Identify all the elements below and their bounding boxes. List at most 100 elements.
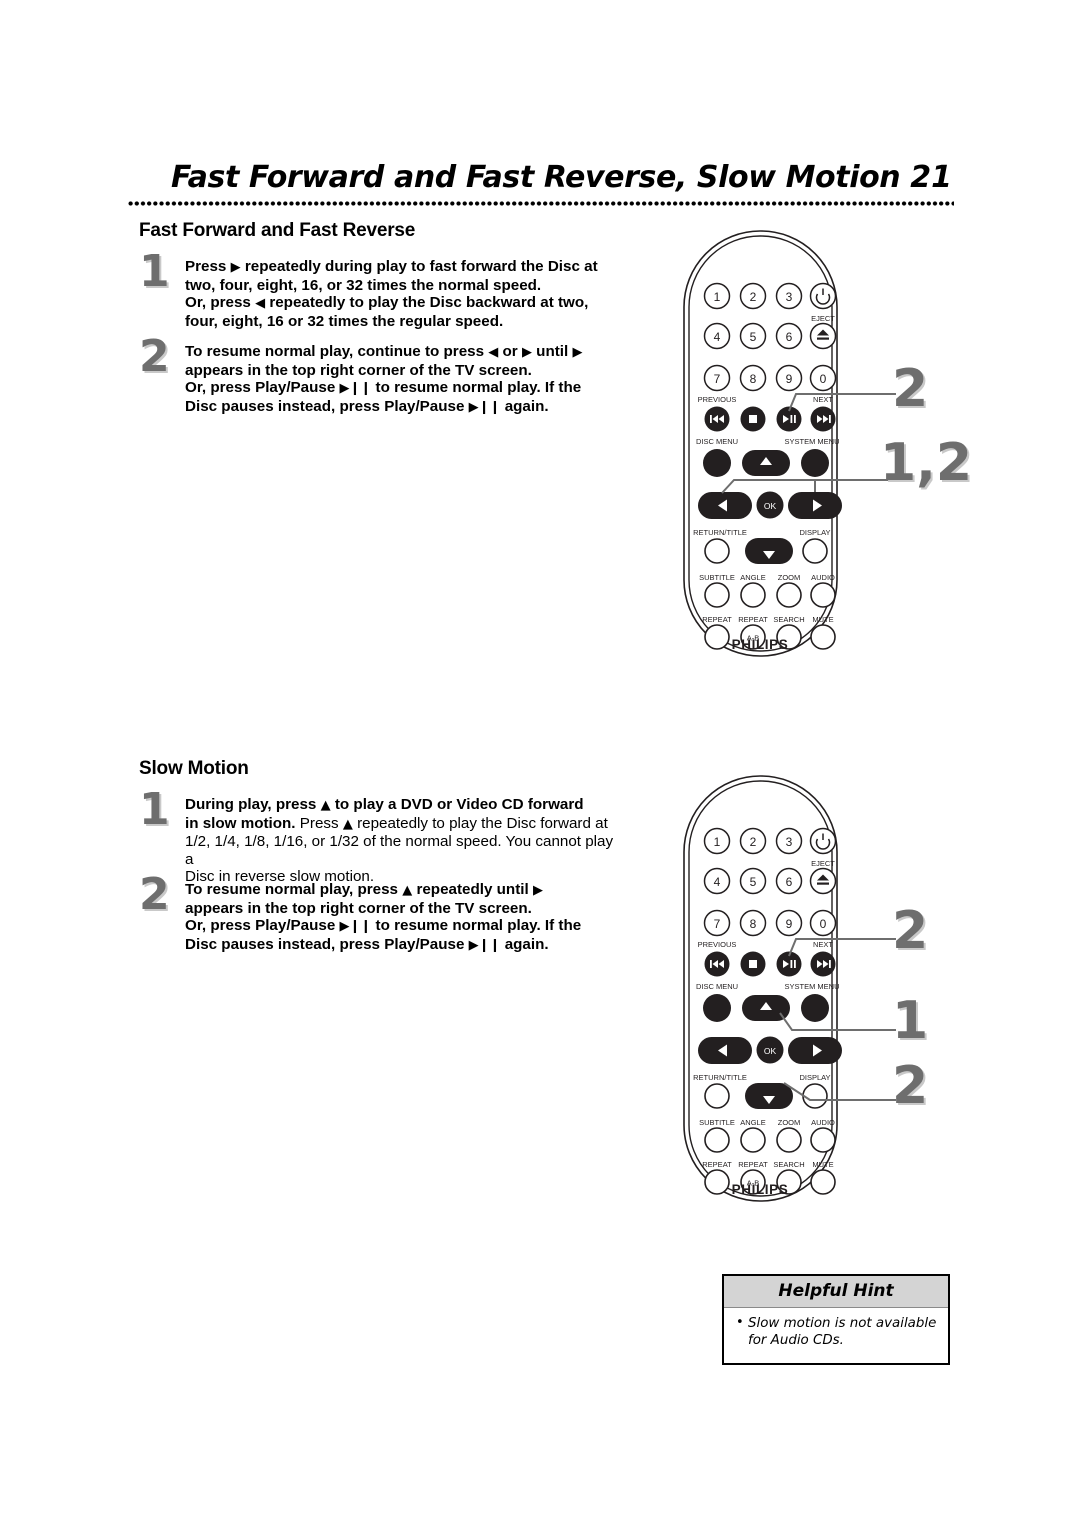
subtitle-label: SUBTITLE [699,573,735,582]
step-line: again. [504,935,549,953]
disc-menu-button[interactable] [703,994,731,1022]
return-title-button[interactable] [704,538,730,564]
step-line: in slow motion. [185,814,296,832]
step-line: two, four, eight, 16, or 32 times the no… [185,276,542,294]
key-4-label: 4 [714,875,721,889]
step-line: Press [299,814,339,832]
bullet-icon: • [736,1315,744,1330]
next-label: NEXT [813,940,833,949]
step-text: During play, press ▲ to play a DVD or Vi… [185,796,619,886]
key-1-label: 1 [714,835,721,849]
key-3-label: 3 [786,835,793,849]
up-arrow-icon: ▲ [320,798,331,813]
disc-menu-label: DISC MENU [696,437,738,446]
repeat-label: REPEAT [702,615,732,624]
callout-number: 1,2 [880,433,973,493]
key-3-label: 3 [786,290,793,304]
disc-menu-button[interactable] [703,449,731,477]
callout-number: 2 [892,359,929,419]
zoom-label: ZOOM [778,573,801,582]
eject-button[interactable] [809,867,837,895]
system-menu-button[interactable] [801,994,829,1022]
key-5-label: 5 [750,330,757,344]
step-line: repeatedly until [416,881,529,898]
step-line: until [536,343,569,360]
power-button[interactable] [809,282,837,310]
repeat-label: REPEAT [702,1160,732,1169]
key-8-label: 8 [750,372,757,386]
zoom-button[interactable] [776,582,802,608]
helpful-hint-box: Helpful Hint • Slow motion is not availa… [722,1274,950,1365]
step-block: 2 To resume normal play, press ▲ repeate… [139,873,619,954]
hint-list-item: • Slow motion is not available for Audio… [734,1315,938,1349]
remote-svg: 1 2 3 EJECT 4 5 6 7 8 9 0 PREVIOUS NEXT … [683,775,842,1202]
angle-button[interactable] [740,1127,766,1153]
key-8-label: 8 [750,917,757,931]
step-line: Or, press Play/Pause [185,917,336,935]
display-label: DISPLAY [799,528,830,537]
step-line: repeatedly during play to fast forward t… [244,258,598,275]
step-line: appears in the top right corner of the T… [185,361,532,379]
key-4-label: 4 [714,330,721,344]
remote-control-illustration-2: 1 2 3 EJECT 4 5 6 7 8 9 0 PREVIOUS NEXT … [660,770,896,1215]
previous-label: PREVIOUS [698,395,737,404]
return-title-label: RETURN/TITLE [693,1073,747,1082]
ok-label: OK [764,1046,777,1056]
helpful-hint-title: Helpful Hint [724,1276,948,1308]
key-2-label: 2 [750,290,757,304]
play-left-arrow-icon: ◀ [488,345,499,360]
play-pause-icon: ▶❙❙ [468,399,501,415]
repeat-ab-label: REPEAT [738,615,768,624]
previous-label: PREVIOUS [698,940,737,949]
step-block: 2 To resume normal play, continue to pre… [139,335,619,416]
step-number: 1 [139,246,170,297]
subtitle-button[interactable] [704,1127,730,1153]
step-line: To resume normal play, continue to press [185,343,485,360]
repeat-ab-label: REPEAT [738,1160,768,1169]
step-line: Press [185,258,227,275]
power-button[interactable] [809,827,837,855]
key-7-label: 7 [714,917,721,931]
disc-menu-label: DISC MENU [696,982,738,991]
header-dotted-divider [128,200,954,207]
zoom-button[interactable] [776,1127,802,1153]
play-right-arrow-icon: ▶ [230,260,241,275]
eject-button[interactable] [809,322,837,350]
callout-number: 2 [892,1056,929,1116]
next-label: NEXT [813,395,833,404]
key-5-label: 5 [750,875,757,889]
hint-item-text: Slow motion is not available for Audio C… [748,1316,937,1348]
philips-logo: PHILIPS [731,1182,789,1197]
ok-label: OK [764,501,777,511]
callout-number: 2 [892,901,929,961]
step-line: To resume normal play, press [185,881,398,898]
page-number: 21 [910,160,952,195]
angle-button[interactable] [740,582,766,608]
display-button[interactable] [802,1083,828,1109]
key-9-label: 9 [786,372,793,386]
audio-label: AUDIO [811,1118,835,1127]
return-title-button[interactable] [704,1083,730,1109]
zoom-label: ZOOM [778,1118,801,1127]
play-right-arrow-icon: ▶ [521,345,532,360]
step-block: 1 Press ▶ repeatedly during play to fast… [139,250,619,330]
mute-label: MUTE [812,1160,833,1169]
display-button[interactable] [802,538,828,564]
stop-icon [749,415,757,423]
audio-button[interactable] [810,1127,836,1153]
eject-label: EJECT [811,314,835,323]
step-line: appears in the top right corner of the T… [185,899,532,917]
play-left-arrow-icon: ◀ [255,296,266,312]
up-arrow-icon: ▲ [342,816,353,832]
system-menu-button[interactable] [801,449,829,477]
step-line: Or, press Play/Pause [185,379,336,397]
step-line: Disc pauses instead, press Play/Pause [185,935,465,953]
subtitle-button[interactable] [704,582,730,608]
step-line: four, eight, 16 or 32 times the regular … [185,312,504,330]
step-line: again. [504,397,549,415]
play-pause-icon: ▶❙❙ [339,381,372,397]
step-number: 1 [139,784,170,835]
step-text: To resume normal play, continue to press… [185,343,619,416]
audio-button[interactable] [810,582,836,608]
audio-label: AUDIO [811,573,835,582]
